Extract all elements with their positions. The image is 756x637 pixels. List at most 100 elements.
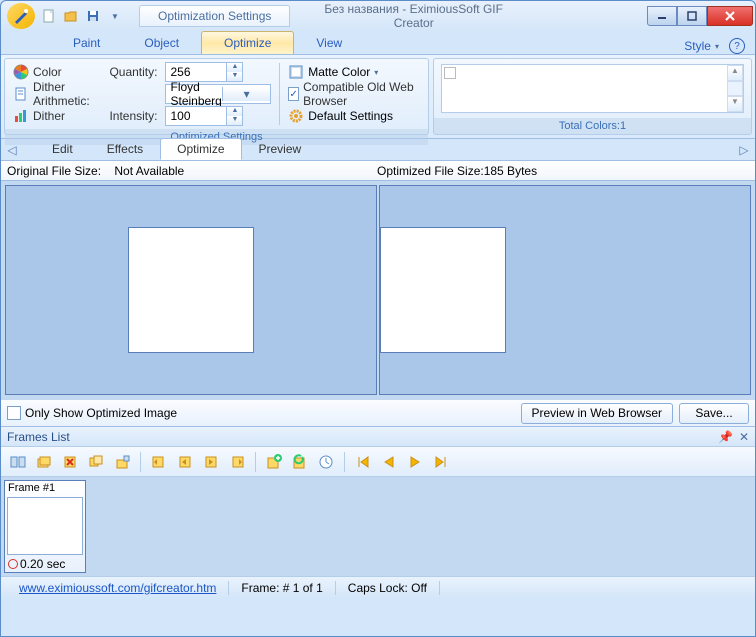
color-label: Color	[33, 65, 62, 79]
frame-image	[7, 497, 83, 555]
original-preview-pane[interactable]	[5, 185, 377, 395]
default-settings-button[interactable]: Default Settings	[288, 105, 420, 127]
subtab-optimize[interactable]: Optimize	[160, 138, 241, 160]
quantity-input[interactable]: ▲▼	[165, 62, 243, 82]
frame-import-icon[interactable]	[111, 451, 133, 473]
preview-in-browser-button[interactable]: Preview in Web Browser	[521, 403, 674, 424]
play-next-icon[interactable]	[404, 451, 426, 473]
optimized-preview-pane[interactable]	[379, 185, 751, 395]
intensity-down[interactable]: ▼	[226, 116, 242, 125]
close-panel-icon[interactable]: ✕	[739, 430, 749, 444]
group-label-total-colors: Total Colors:1	[434, 118, 751, 134]
compat-checkbox[interactable]: ✓	[288, 87, 299, 101]
intensity-label: Intensity:	[109, 109, 157, 123]
opt-filesize-value: 185 Bytes	[484, 164, 537, 178]
frame-title: Frame #1	[5, 481, 85, 495]
help-icon[interactable]: ?	[729, 38, 745, 54]
close-button[interactable]	[707, 6, 753, 26]
frame-add-icon[interactable]	[263, 451, 285, 473]
frame-refresh-icon[interactable]	[289, 451, 311, 473]
frame-next-icon[interactable]	[200, 451, 222, 473]
dither-bars-icon	[13, 108, 29, 124]
quick-access-toolbar: ▼	[39, 6, 125, 26]
quantity-label: Quantity:	[109, 65, 157, 79]
minimize-button[interactable]	[647, 6, 677, 26]
status-url-link[interactable]: www.eximioussoft.com/gifcreator.htm	[19, 581, 216, 595]
ribbon-body: Color Dither Arithmetic: Dither Quantity…	[1, 55, 755, 139]
quantity-up[interactable]: ▲	[226, 63, 242, 72]
frame-last-icon[interactable]	[226, 451, 248, 473]
subtab-scroll-right-icon[interactable]: ▷	[737, 143, 751, 157]
frames-toolbar	[1, 447, 755, 477]
title-bar: ▼ Optimization Settings Без названия - E…	[1, 1, 755, 31]
frames-strip[interactable]: Frame #1 0.20 sec	[1, 477, 755, 576]
new-file-icon[interactable]	[39, 6, 59, 26]
subtab-effects[interactable]: Effects	[90, 138, 160, 160]
context-tab[interactable]: Optimization Settings	[139, 5, 290, 27]
ribbon-group-optimized-settings: Color Dither Arithmetic: Dither Quantity…	[4, 58, 429, 135]
preview-area	[1, 181, 755, 399]
save-file-icon[interactable]	[83, 6, 103, 26]
dither-arithmetic-combo[interactable]: Floyd Steinberg▾	[165, 84, 271, 104]
subtab-preview[interactable]: Preview	[242, 138, 319, 160]
palette-swatch[interactable]	[444, 67, 456, 79]
dither-arithmetic-label: Dither Arithmetic:	[33, 80, 101, 108]
ribbon-tab-strip: Paint Object Optimize View Style▾?	[1, 31, 755, 55]
play-prev-icon[interactable]	[378, 451, 400, 473]
frames-title: Frames List	[7, 430, 70, 444]
tab-paint[interactable]: Paint	[51, 32, 122, 54]
open-file-icon[interactable]	[61, 6, 81, 26]
frame-thumb-1[interactable]: Frame #1 0.20 sec	[4, 480, 86, 573]
play-last-icon[interactable]	[430, 451, 452, 473]
gear-icon	[288, 108, 304, 124]
only-show-label: Only Show Optimized Image	[25, 406, 177, 420]
scroll-up-icon[interactable]: ▲	[727, 65, 743, 81]
ribbon-group-total-colors: ▲▼ Total Colors:1	[433, 58, 752, 135]
pin-icon[interactable]: 📌	[718, 430, 733, 444]
frame-layers-icon[interactable]	[33, 451, 55, 473]
palette-scrollbar[interactable]: ▲▼	[727, 65, 743, 112]
frame-split-icon[interactable]	[7, 451, 29, 473]
tab-view[interactable]: View	[294, 32, 364, 54]
matte-color-icon	[288, 64, 304, 80]
play-first-icon[interactable]	[352, 451, 374, 473]
only-show-checkbox[interactable]	[7, 406, 21, 420]
status-capslock: Caps Lock: Off	[336, 581, 440, 595]
chevron-down-icon[interactable]: ▾	[222, 87, 271, 101]
frames-header: Frames List 📌 ✕	[1, 427, 755, 447]
tab-object[interactable]: Object	[122, 32, 201, 54]
window-buttons	[647, 6, 753, 26]
opt-filesize-label: Optimized File Size:	[377, 164, 484, 178]
original-canvas	[128, 227, 254, 353]
color-wheel-icon	[13, 64, 29, 80]
frame-time: 0.20 sec	[20, 557, 65, 571]
tab-optimize[interactable]: Optimize	[201, 31, 294, 54]
quantity-field[interactable]	[166, 65, 222, 79]
app-icon[interactable]	[7, 3, 35, 29]
frame-time-icon[interactable]	[315, 451, 337, 473]
subtab-edit[interactable]: Edit	[35, 138, 90, 160]
frame-first-icon[interactable]	[148, 451, 170, 473]
save-button[interactable]: Save...	[679, 403, 749, 424]
frame-prev-icon[interactable]	[174, 451, 196, 473]
intensity-field[interactable]	[166, 109, 222, 123]
optimized-canvas	[380, 227, 506, 353]
frame-delete-icon[interactable]	[59, 451, 81, 473]
document-icon	[13, 86, 29, 102]
orig-filesize-value: Not Available	[114, 164, 184, 178]
style-dropdown[interactable]: Style▾?	[684, 38, 755, 54]
maximize-button[interactable]	[677, 6, 707, 26]
dither-label: Dither	[33, 109, 65, 123]
status-bar: www.eximioussoft.com/gifcreator.htm Fram…	[1, 576, 755, 598]
clock-icon	[8, 559, 18, 569]
filesize-row: Original File Size: Not Available Optimi…	[1, 161, 755, 181]
qat-dropdown-icon[interactable]: ▼	[105, 6, 125, 26]
subtab-scroll-left-icon[interactable]: ◁	[5, 143, 19, 157]
status-frame: Frame: # 1 of 1	[229, 581, 335, 595]
intensity-up[interactable]: ▲	[226, 107, 242, 116]
frame-duplicate-icon[interactable]	[85, 451, 107, 473]
scroll-down-icon[interactable]: ▼	[727, 96, 743, 112]
quantity-down[interactable]: ▼	[226, 72, 242, 81]
palette-preview: ▲▼	[441, 64, 744, 113]
intensity-input[interactable]: ▲▼	[165, 106, 243, 126]
